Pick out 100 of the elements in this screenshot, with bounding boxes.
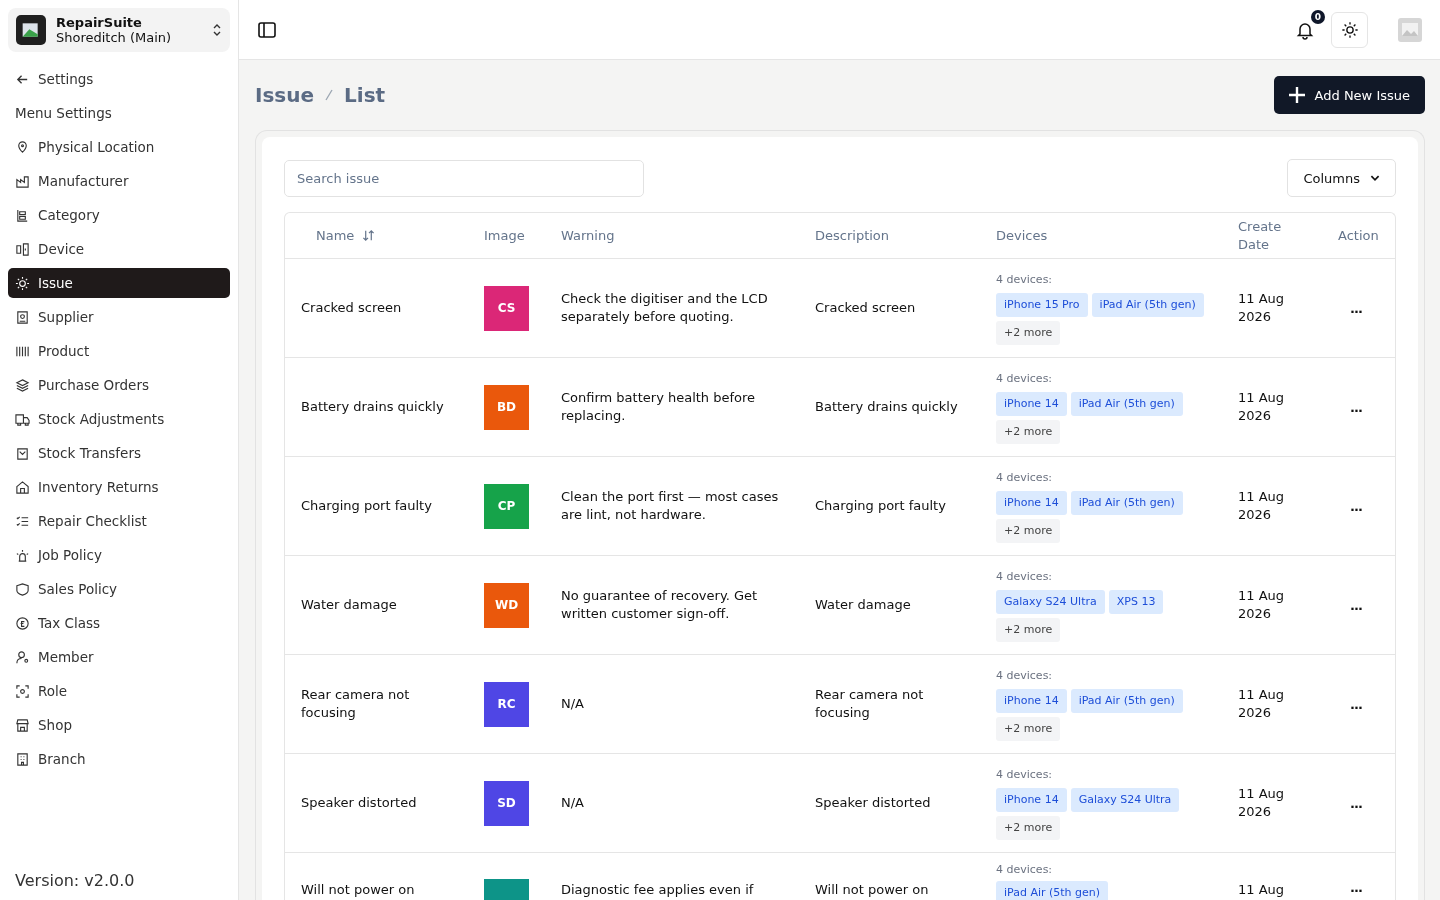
device-tag: iPad Air (5th gen) xyxy=(1070,689,1183,713)
menu-item-icon xyxy=(15,275,30,291)
row-actions-button[interactable]: ... xyxy=(1344,398,1368,416)
sidebar-item[interactable]: Role xyxy=(8,676,230,706)
sidebar-item[interactable]: Sales Policy xyxy=(8,574,230,604)
device-tag: XPS 13 xyxy=(1108,590,1164,614)
issue-thumbnail: SD xyxy=(484,780,529,826)
more-devices-tag[interactable]: +2 more xyxy=(996,618,1061,642)
sidebar-item[interactable]: Category xyxy=(8,200,230,230)
org-logo-icon xyxy=(16,15,46,45)
more-devices-tag[interactable]: +2 more xyxy=(996,816,1061,840)
table-cell-text: Check the digitiser and the LCD separately before quoting. xyxy=(561,290,769,326)
column-header[interactable]: Name xyxy=(316,226,355,245)
row-actions-button[interactable]: ... xyxy=(1344,596,1368,614)
device-tag: iPad Air (5th gen) xyxy=(1070,392,1183,416)
column-header: Create Date xyxy=(1238,217,1283,254)
sidebar-item[interactable]: Stock Transfers xyxy=(8,438,230,468)
table-cell: Speaker distorted xyxy=(301,794,417,812)
column-header: Image xyxy=(484,226,525,245)
section-heading: Menu Settings xyxy=(14,104,113,123)
table-cell: Cracked screen xyxy=(815,299,916,317)
table-cell: Charging port faulty xyxy=(815,497,946,515)
sidebar-item[interactable]: Inventory Returns xyxy=(8,472,230,502)
sidebar-item[interactable]: Issue xyxy=(8,268,230,298)
table-cell: Cracked screen xyxy=(301,299,402,317)
sidebar-item[interactable]: Job Policy xyxy=(8,540,230,570)
issue-thumbnail: WD xyxy=(484,582,529,628)
chevron-down-icon xyxy=(1370,175,1380,181)
table-cell-text: 11 Aug 2026 xyxy=(1238,686,1286,722)
table-cell: Will not power on xyxy=(815,881,929,899)
sidebar-item[interactable]: Tax Class xyxy=(8,608,230,638)
issue-thumbnail: CP xyxy=(484,483,529,529)
issue-thumbnail: BD xyxy=(484,384,529,430)
menu-item-icon xyxy=(15,547,30,563)
sidebar-item[interactable]: Stock Adjustments xyxy=(8,404,230,434)
sidebar-item[interactable]: Product xyxy=(8,336,230,366)
more-devices-tag[interactable]: +2 more xyxy=(996,420,1061,444)
org-name: RepairSuite xyxy=(56,15,143,30)
back-link[interactable]: Settings xyxy=(8,64,230,94)
device-count: 4 devices: xyxy=(996,470,1053,486)
menu-item-icon xyxy=(15,309,30,325)
table-cell: Will not power on xyxy=(301,881,415,899)
device-count: 4 devices: xyxy=(996,668,1053,684)
row-actions-button[interactable]: ... xyxy=(1344,497,1368,515)
menu-item-icon xyxy=(15,241,30,257)
menu-item-icon xyxy=(15,581,30,597)
menu-item-icon xyxy=(15,683,30,699)
more-devices-tag[interactable]: +2 more xyxy=(996,519,1061,543)
add-issue-button[interactable]: Add New Issue xyxy=(1273,76,1425,114)
table-cell: Battery drains quickly xyxy=(815,398,958,416)
search-field[interactable]: Search issue xyxy=(284,159,644,197)
more-devices-tag[interactable]: +2 more xyxy=(996,321,1061,345)
sidebar-item[interactable]: Physical Location xyxy=(8,132,230,162)
sidebar-item[interactable]: Branch xyxy=(8,744,230,774)
sidebar-item[interactable]: Shop xyxy=(8,710,230,740)
table-cell-text: 11 Aug 2026 xyxy=(1238,785,1286,821)
column-header: Warning xyxy=(561,226,615,245)
device-tag: iPad Air (5th gen) xyxy=(1070,491,1183,515)
table-cell: Speaker distorted xyxy=(815,794,931,812)
sidebar-item[interactable]: Member xyxy=(8,642,230,672)
column-header: Description xyxy=(815,226,890,245)
table-cell: Charging port faulty xyxy=(301,497,432,515)
row-actions-button[interactable]: ... xyxy=(1344,299,1368,317)
breadcrumb-item: List xyxy=(344,83,386,107)
menu-item-icon xyxy=(15,717,30,733)
table-cell-text: Clean the port first — most cases are lint, not hardware. xyxy=(561,488,780,524)
theme-toggle-button[interactable] xyxy=(1331,11,1368,48)
more-devices-tag[interactable]: +2 more xyxy=(996,717,1061,741)
device-tag: iPad Air (5th gen) xyxy=(996,881,1109,900)
issue-thumbnail: CS xyxy=(484,285,529,331)
sidebar-toggle-icon[interactable] xyxy=(257,19,277,40)
table-cell-text: 11 Aug 2026 xyxy=(1238,587,1286,623)
device-tag: iPad Air (5th gen) xyxy=(1091,293,1204,317)
version-text: Version: v2.0.0 xyxy=(14,871,136,890)
sidebar-item[interactable]: Device xyxy=(8,234,230,264)
breadcrumb-item[interactable]: Issue xyxy=(255,83,315,107)
columns-dropdown[interactable]: Columns xyxy=(1287,159,1396,197)
table-cell-text: 11 Aug 2026 xyxy=(1238,389,1286,425)
sidebar-item[interactable]: Repair Checklist xyxy=(8,506,230,536)
table-cell: Diagnostic fee applies even if xyxy=(561,881,754,899)
row-actions-button[interactable]: ... xyxy=(1344,794,1368,812)
table-cell: N/A xyxy=(561,695,584,713)
row-actions-button[interactable]: ... xyxy=(1344,881,1368,895)
table-cell: Battery drains quickly xyxy=(301,398,444,416)
device-tag: iPhone 14 xyxy=(996,788,1067,812)
device-tag: Galaxy S24 Ultra xyxy=(1070,788,1180,812)
sidebar-item[interactable]: Manufacturer xyxy=(8,166,230,196)
sort-icon[interactable] xyxy=(362,229,376,242)
org-switcher[interactable]: RepairSuite Shoreditch (Main) xyxy=(8,8,230,52)
sidebar-item[interactable]: Purchase Orders xyxy=(8,370,230,400)
table-cell: Water damage xyxy=(815,596,911,614)
menu-item-icon xyxy=(15,751,30,767)
branch-name: Shoreditch (Main) xyxy=(56,30,173,45)
device-count: 4 devices: xyxy=(996,272,1053,288)
table-cell-text: No guarantee of recovery. Get written customer sign-off. xyxy=(561,587,759,623)
sidebar-item[interactable]: Supplier xyxy=(8,302,230,332)
device-count: 4 devices: xyxy=(996,767,1053,783)
device-tag: Galaxy S24 Ultra xyxy=(996,590,1105,614)
row-actions-button[interactable]: ... xyxy=(1344,695,1368,713)
issue-thumbnail: RC xyxy=(484,681,529,727)
